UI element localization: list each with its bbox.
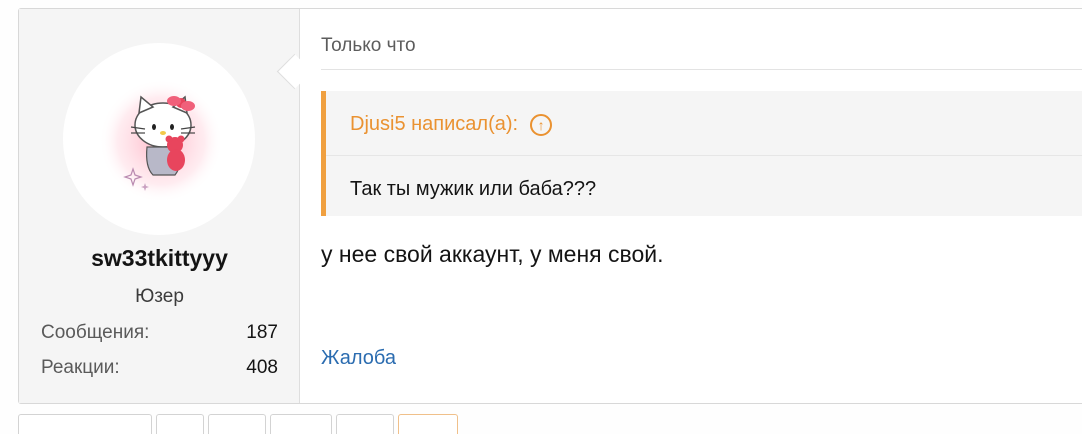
username-link[interactable]: sw33tkittyyy	[19, 245, 300, 272]
post-content: Только что Djusi5 написал(а): ↑ Так ты м…	[301, 9, 1082, 403]
arrow-up-circle-icon[interactable]: ↑	[530, 113, 553, 136]
quote-divider	[326, 155, 1082, 156]
report-link[interactable]: Жалоба	[321, 347, 396, 370]
next-post-tab	[156, 414, 204, 434]
next-post-edge	[18, 414, 458, 434]
avatar[interactable]	[63, 43, 255, 235]
stat-reactions: Реакции: 408	[41, 357, 278, 379]
user-title: Юзер	[135, 286, 184, 307]
quote-author[interactable]: Djusi5 написал(а):	[350, 113, 518, 136]
quote-block: Djusi5 написал(а): ↑ Так ты мужик или ба…	[321, 91, 1082, 216]
stat-value: 187	[246, 322, 278, 343]
next-post-tab	[398, 414, 458, 434]
next-post-user-col	[18, 414, 152, 434]
hello-kitty-avatar-icon	[99, 79, 223, 203]
stat-label: Сообщения:	[41, 322, 150, 343]
next-post-tab	[208, 414, 266, 434]
quote-header[interactable]: Djusi5 написал(а): ↑	[350, 113, 553, 136]
post-timestamp[interactable]: Только что	[321, 35, 416, 57]
user-sidebar: sw33tkittyyy Юзер Сообщения: 187 Реакции…	[19, 9, 300, 403]
quote-text: Так ты мужик или баба???	[350, 178, 597, 200]
next-post-tab	[270, 414, 332, 434]
message-body: у нее свой аккаунт, у меня свой.	[321, 241, 664, 267]
stat-label: Реакции:	[41, 357, 120, 378]
next-post-tab	[336, 414, 394, 434]
stat-value: 408	[246, 357, 278, 378]
stat-messages: Сообщения: 187	[41, 322, 278, 344]
message-post: sw33tkittyyy Юзер Сообщения: 187 Реакции…	[18, 8, 1082, 404]
header-divider	[321, 69, 1082, 70]
